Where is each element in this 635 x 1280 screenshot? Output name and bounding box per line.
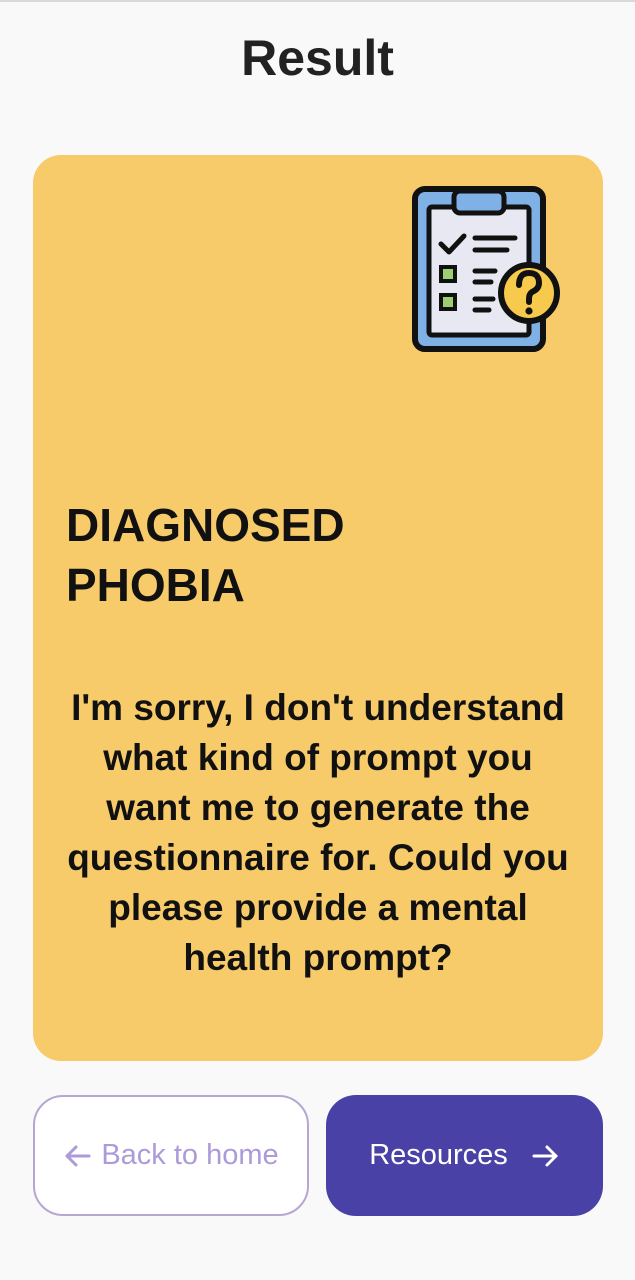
arrow-left-icon <box>65 1145 91 1166</box>
resources-label: Resources <box>369 1139 508 1171</box>
result-card: DIAGNOSED PHOBIA I'm sorry, I don't unde… <box>33 155 603 1061</box>
page-title: Result <box>241 30 394 86</box>
top-divider <box>0 0 635 2</box>
resources-button[interactable]: Resources <box>326 1095 603 1216</box>
diagnosis-message: I'm sorry, I don't understand what kind … <box>67 687 569 978</box>
back-to-home-button[interactable]: Back to home <box>33 1095 309 1216</box>
diagnosis-heading: DIAGNOSED PHOBIA <box>66 499 345 611</box>
clipboard-question-icon <box>412 186 560 352</box>
back-to-home-label: Back to home <box>101 1139 279 1171</box>
arrow-right-icon <box>532 1145 558 1166</box>
